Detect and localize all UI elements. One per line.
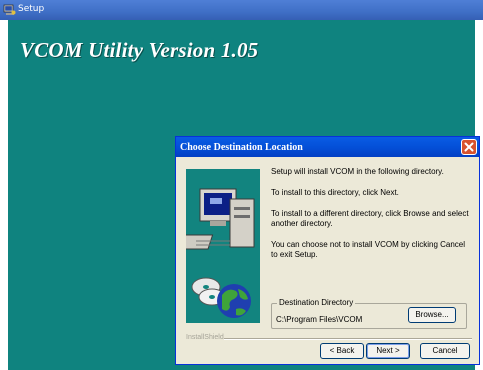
destination-path: C:\Program Files\VCOM bbox=[276, 315, 363, 324]
close-icon bbox=[464, 142, 474, 152]
window-title: Setup bbox=[18, 4, 45, 14]
computer-icon bbox=[167, 188, 255, 250]
dialog-title: Choose Destination Location bbox=[180, 142, 303, 153]
back-button[interactable]: < Back bbox=[320, 343, 364, 359]
setup-illustration bbox=[167, 169, 260, 323]
product-banner: VCOM Utility Version 1.05 bbox=[20, 38, 259, 62]
cancel-button[interactable]: Cancel bbox=[420, 343, 470, 359]
browse-button[interactable]: Browse... bbox=[408, 307, 456, 323]
next-hint-text: To install to this directory, click Next… bbox=[271, 188, 399, 197]
globe-icon bbox=[217, 284, 251, 318]
setup-title-bar: Setup bbox=[0, 0, 483, 20]
choose-destination-dialog: Choose Destination Location Setup will i… bbox=[167, 136, 480, 365]
close-button[interactable] bbox=[461, 139, 477, 155]
setup-app-icon bbox=[3, 4, 16, 15]
browse-hint-text: To install to a different directory, cli… bbox=[271, 209, 469, 228]
intro-text: Setup will install VCOM in the following… bbox=[271, 167, 444, 176]
installshield-separator bbox=[224, 338, 472, 340]
cancel-hint-text: You can choose not to install VCOM by cl… bbox=[271, 240, 466, 259]
destination-legend: Destination Directory bbox=[277, 298, 356, 307]
installshield-label: InstallShield bbox=[186, 334, 224, 341]
dialog-title-bar[interactable]: Choose Destination Location bbox=[176, 137, 479, 157]
next-button[interactable]: Next > bbox=[366, 343, 410, 359]
